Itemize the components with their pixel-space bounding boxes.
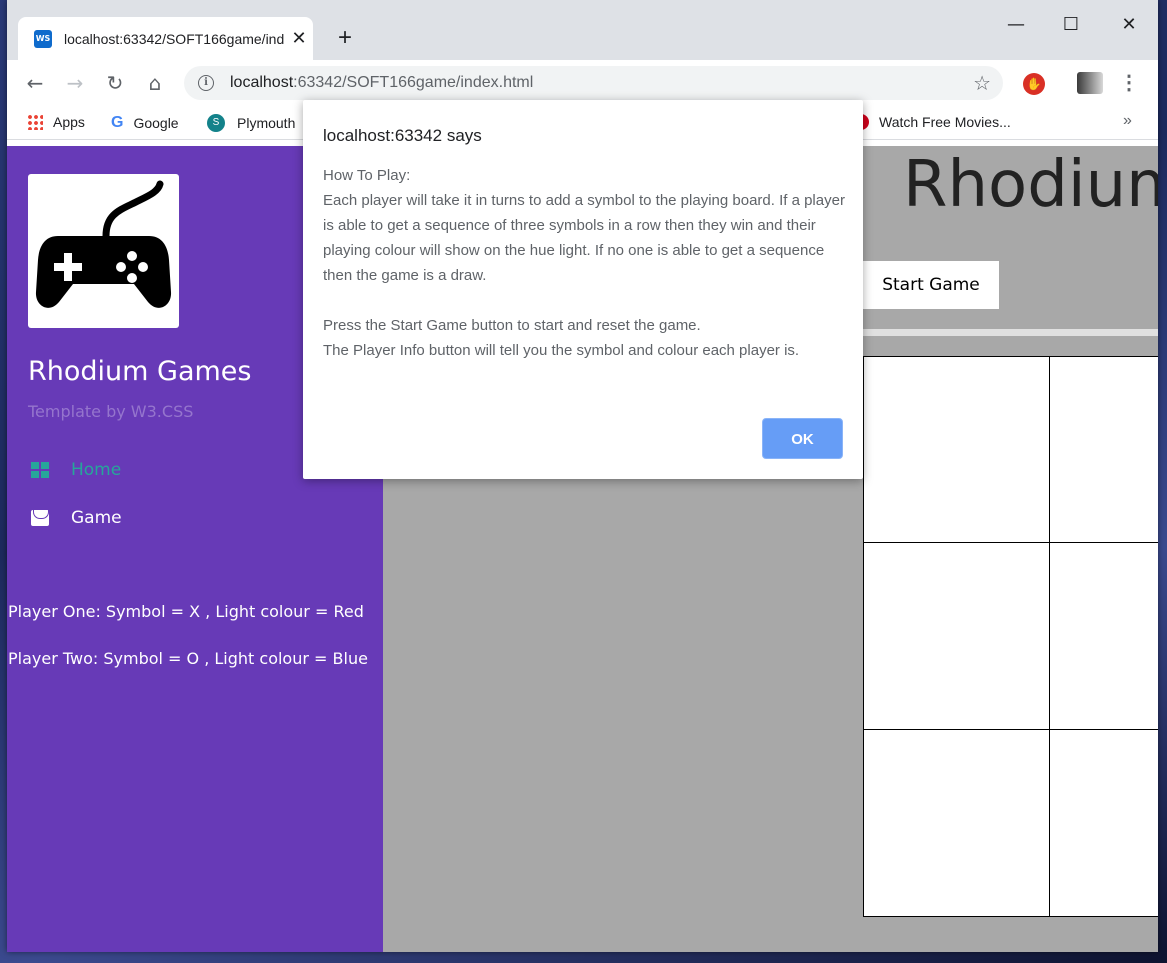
board-cell[interactable] [1049, 729, 1158, 917]
start-game-button[interactable]: Start Game [863, 261, 999, 309]
alert-dialog: localhost:63342 says How To Play: Each p… [303, 100, 863, 479]
player-info-instruction: The Player Info button will tell you the… [323, 342, 800, 359]
divider [863, 329, 1158, 336]
bookmark-label: Google [133, 115, 179, 131]
maximize-button[interactable]: ☐ [1056, 10, 1086, 40]
bookmark-label: Plymouth [237, 115, 296, 131]
nav-label: Game [71, 508, 122, 528]
close-icon[interactable]: ✕ [289, 28, 309, 48]
grid-icon [31, 462, 49, 478]
board-cell[interactable] [863, 729, 1051, 917]
profile-avatar[interactable] [1077, 72, 1103, 94]
brand-title: Rhodium Games [28, 356, 252, 387]
dialog-message: How To Play: Each player will take it in… [323, 163, 848, 363]
nav-label: Home [71, 460, 122, 480]
browser-tab[interactable]: WS localhost:63342/SOFT166game/index.htm… [18, 17, 313, 60]
nav-item-game[interactable]: Game [31, 508, 122, 528]
close-window-button[interactable]: ✕ [1114, 10, 1144, 40]
adblock-extension-icon[interactable]: ✋ [1023, 73, 1045, 95]
menu-dots-icon[interactable]: ⋮ [1119, 70, 1139, 95]
dialog-title: localhost:63342 says [323, 126, 482, 145]
game-board [863, 356, 1158, 919]
bookmark-label: Watch Free Movies... [879, 114, 1011, 130]
page-title: Rhodium [903, 148, 1158, 222]
start-game-instruction: Press the Start Game button to start and… [323, 317, 701, 334]
browser-window: WS localhost:63342/SOFT166game/index.htm… [7, 0, 1158, 952]
gamepad-logo [28, 174, 179, 328]
bookmark-apps[interactable]: Apps [27, 114, 85, 130]
sharepoint-icon: S [207, 114, 225, 132]
bookmark-star-icon[interactable]: ☆ [973, 71, 991, 95]
address-bar[interactable]: i localhost:63342/SOFT166game/index.html… [184, 66, 1003, 100]
new-tab-button[interactable]: + [333, 24, 357, 52]
envelope-icon [31, 510, 49, 526]
google-icon: G [111, 114, 124, 131]
board-cell[interactable] [863, 356, 1051, 544]
ok-button[interactable]: OK [762, 418, 843, 459]
back-arrow-icon[interactable]: ← [21, 69, 49, 97]
home-icon[interactable]: ⌂ [141, 69, 169, 97]
board-cell[interactable] [1049, 356, 1158, 544]
tab-strip: WS localhost:63342/SOFT166game/index.htm… [7, 0, 1158, 60]
bookmark-google[interactable]: G Google [111, 114, 179, 132]
board-cell[interactable] [863, 542, 1051, 731]
url-path: :63342/SOFT166game/index.html [293, 74, 534, 91]
board-cell[interactable] [1049, 542, 1158, 731]
nav-item-home[interactable]: Home [31, 460, 121, 480]
player-two-info: Player Two: Symbol = O , Light colour = … [8, 649, 368, 668]
minimize-button[interactable]: — [1001, 10, 1031, 40]
template-credit[interactable]: Template by W3.CSS [28, 402, 193, 421]
apps-grid-icon [27, 114, 43, 130]
bookmark-watch-movies[interactable]: Watch Free Movies... [853, 114, 1011, 130]
url-text: localhost:63342/SOFT166game/index.html [230, 74, 533, 92]
url-host: localhost [230, 74, 294, 91]
gamepad-icon [35, 180, 172, 308]
webstorm-icon: WS [34, 29, 52, 48]
how-to-play-heading: How To Play: [323, 167, 411, 184]
bookmark-label: Apps [53, 114, 85, 130]
bookmark-plymouth[interactable]: S Plymouth [207, 114, 295, 132]
instructions-paragraph: Each player will take it in turns to add… [323, 192, 845, 284]
info-icon[interactable]: i [198, 75, 214, 91]
player-one-info: Player One: Symbol = X , Light colour = … [8, 602, 364, 621]
forward-arrow-icon[interactable]: → [61, 69, 89, 97]
tab-title: localhost:63342/SOFT166game/index.html [64, 30, 284, 47]
reload-icon[interactable]: ↻ [101, 69, 129, 97]
more-bookmarks-icon[interactable]: » [1123, 112, 1132, 130]
